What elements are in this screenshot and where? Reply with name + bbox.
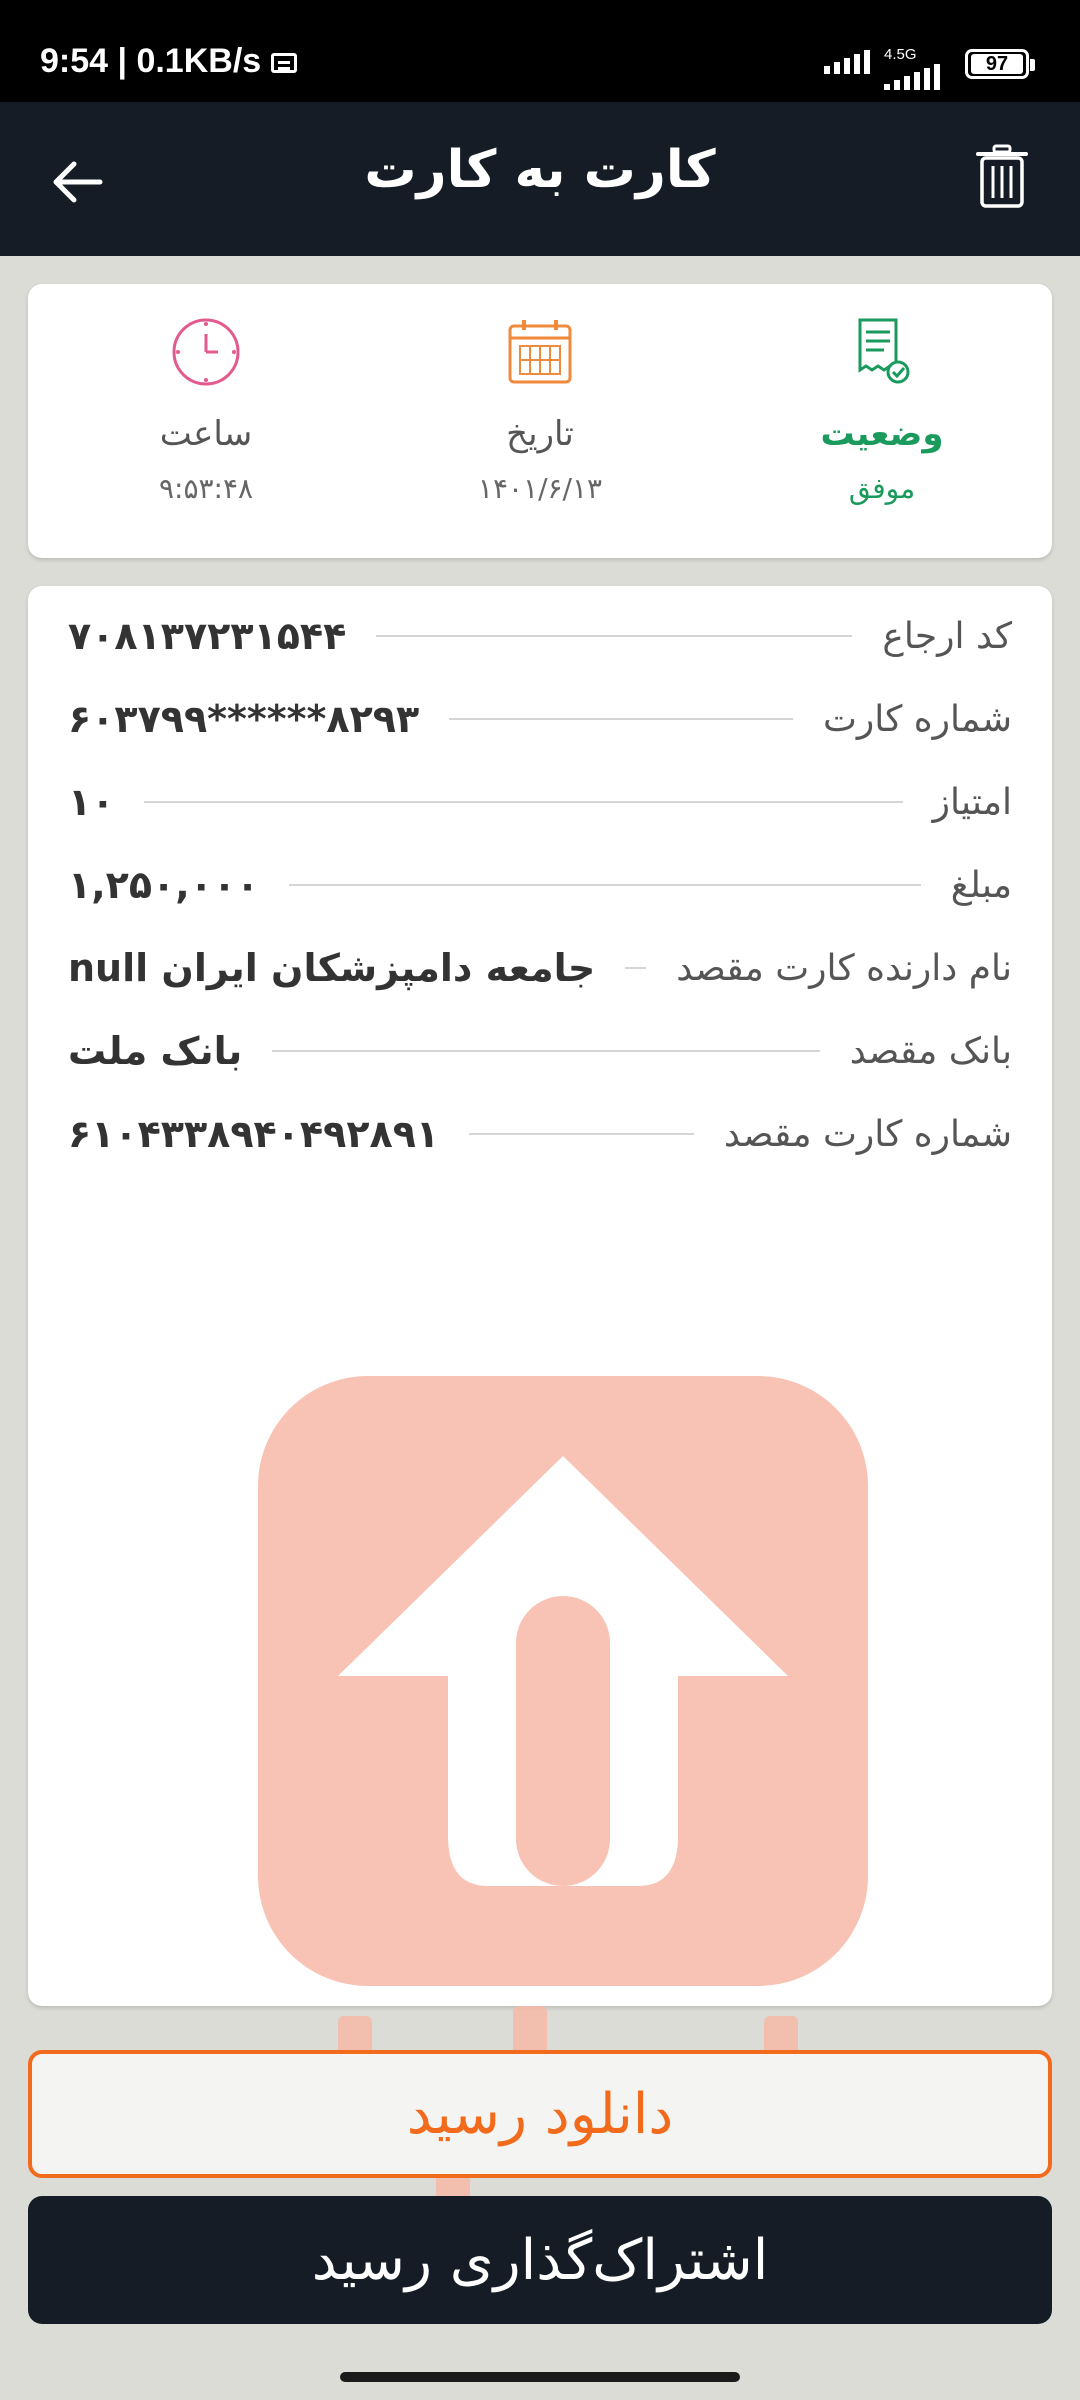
row-divider bbox=[376, 635, 853, 637]
app-bar: کارت به کارت bbox=[0, 102, 1080, 256]
battery-level: 97 bbox=[971, 54, 1023, 74]
status-bar: 9:54 | 0.1KB/s 4.5G 97 bbox=[0, 0, 1080, 102]
row-divider bbox=[144, 801, 903, 803]
row-divider bbox=[272, 1050, 820, 1052]
sd-card-icon bbox=[271, 53, 298, 74]
signal-icon-2 bbox=[884, 64, 940, 90]
detail-label: مبلغ bbox=[950, 864, 1012, 906]
detail-row-holder-name: نام دارنده کارت مقصد جامعه دامپزشکان ایر… bbox=[68, 938, 1012, 998]
detail-row-card-number: شماره کارت ۶۰۳۷۹۹******۸۲۹۳ bbox=[68, 689, 1012, 749]
network-type: 4.5G bbox=[884, 46, 917, 63]
home-indicator[interactable] bbox=[340, 2372, 740, 2382]
detail-label: شماره کارت bbox=[822, 698, 1012, 740]
detail-row-dest-card: شماره کارت مقصد ۶۱۰۴۳۳۸۹۴۰۴۹۲۸۹۱ bbox=[68, 1104, 1012, 1164]
signal-icon bbox=[824, 50, 870, 74]
date-column: تاریخ ۱۴۰۱/۶/۱۳ bbox=[390, 314, 690, 505]
detail-value: ۶۰۳۷۹۹******۸۲۹۳ bbox=[68, 697, 420, 741]
page-title: کارت به کارت bbox=[364, 140, 716, 200]
status-time-text: 9:54 | 0.1KB/s bbox=[40, 42, 262, 80]
time-column: ساعت ۹:۵۳:۴۸ bbox=[56, 314, 356, 505]
date-label: تاریخ bbox=[506, 414, 574, 454]
detail-value: ۱۰ bbox=[68, 780, 115, 824]
detail-row-amount: مبلغ ۱,۲۵۰,۰۰۰ bbox=[68, 855, 1012, 915]
status-value: موفق bbox=[848, 472, 916, 505]
status-column: وضعیت موفق bbox=[732, 314, 1032, 505]
detail-label: کد ارجاع bbox=[882, 615, 1012, 657]
details-card: کد ارجاع ۷۰۸۱۳۷۲۳۱۵۴۴ شماره کارت ۶۰۳۷۹۹*… bbox=[28, 586, 1052, 2296]
date-value: ۱۴۰۱/۶/۱۳ bbox=[477, 472, 603, 505]
detail-row-points: امتیاز ۱۰ bbox=[68, 772, 1012, 832]
battery-icon: 97 bbox=[965, 49, 1035, 79]
share-receipt-button[interactable]: اشتراک‌گذاری رسید bbox=[28, 2196, 1052, 2324]
summary-card: وضعیت موفق تاریخ ۱۴۰۱/۶/۱۳ ساعت ۹:۵۳:۴۸ bbox=[28, 284, 1052, 558]
status-label: وضعیت bbox=[820, 414, 944, 454]
calendar-icon bbox=[508, 320, 572, 384]
trash-icon[interactable] bbox=[976, 144, 1028, 210]
detail-label: امتیاز bbox=[932, 781, 1012, 823]
row-divider bbox=[625, 967, 647, 969]
time-value: ۹:۵۳:۴۸ bbox=[158, 472, 254, 505]
receipt-check-icon bbox=[858, 318, 910, 384]
detail-value: بانک ملت bbox=[68, 1029, 243, 1073]
status-time: 9:54 | 0.1KB/s bbox=[40, 42, 298, 81]
detail-label: بانک مقصد bbox=[849, 1030, 1012, 1072]
detail-row-bank: بانک مقصد بانک ملت bbox=[68, 1021, 1012, 1081]
time-label: ساعت bbox=[159, 414, 253, 454]
detail-value: ۷۰۸۱۳۷۲۳۱۵۴۴ bbox=[68, 614, 347, 658]
detail-value: جامعه دامپزشکان ایران null bbox=[68, 946, 596, 990]
detail-label: شماره کارت مقصد bbox=[723, 1113, 1012, 1155]
row-divider bbox=[289, 884, 921, 886]
detail-value: ۶۱۰۴۳۳۸۹۴۰۴۹۲۸۹۱ bbox=[68, 1112, 440, 1156]
row-divider bbox=[449, 718, 793, 720]
detail-label: نام دارنده کارت مقصد bbox=[676, 947, 1012, 989]
clock-icon bbox=[172, 318, 240, 386]
detail-value: ۱,۲۵۰,۰۰۰ bbox=[68, 863, 260, 907]
detail-row-reference: کد ارجاع ۷۰۸۱۳۷۲۳۱۵۴۴ bbox=[68, 606, 1012, 666]
download-receipt-button[interactable]: دانلود رسید bbox=[28, 2050, 1052, 2178]
row-divider bbox=[469, 1133, 694, 1135]
